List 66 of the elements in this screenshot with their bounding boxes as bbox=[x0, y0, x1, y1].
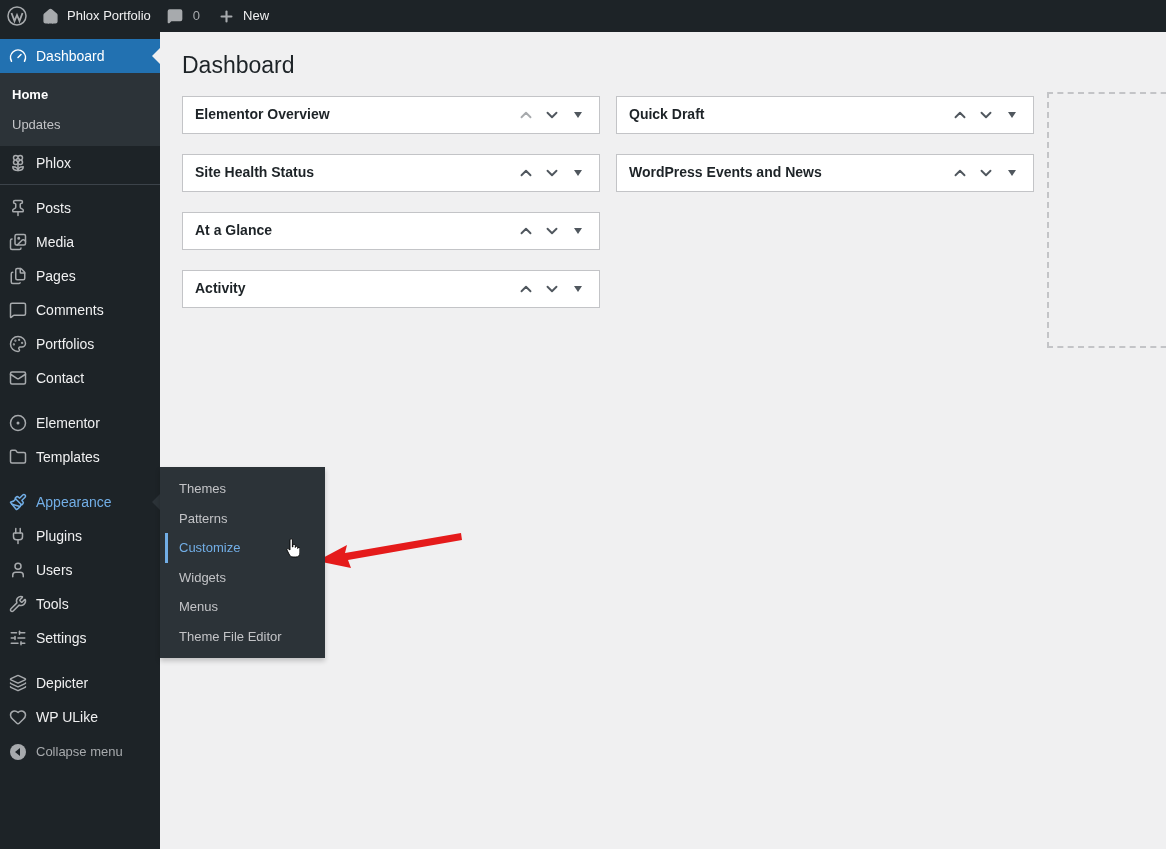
sidebar-item[interactable]: Pages bbox=[0, 259, 160, 293]
flower-icon bbox=[9, 154, 27, 172]
sidebar-item[interactable]: Elementor bbox=[0, 406, 160, 440]
speech-bubble-icon bbox=[166, 8, 183, 24]
flyout-item[interactable]: Customize bbox=[160, 533, 249, 563]
submenu-item[interactable]: Updates bbox=[0, 109, 160, 139]
flyout-item[interactable]: Widgets bbox=[160, 562, 234, 592]
triangle-down-icon bbox=[574, 111, 582, 118]
submenu-item[interactable]: Home bbox=[0, 80, 160, 110]
envelope-icon bbox=[9, 369, 27, 387]
sidebar-item[interactable]: Comments bbox=[0, 293, 160, 327]
active-indicator bbox=[165, 533, 168, 563]
collapse-menu-button[interactable]: Collapse menu bbox=[0, 735, 160, 769]
sidebar-item[interactable]: Users bbox=[0, 553, 160, 587]
widget-title: WordPress Events and News bbox=[629, 163, 823, 182]
site-name-link[interactable]: Phlox Portfolio bbox=[42, 6, 151, 26]
widget-title: Activity bbox=[195, 279, 247, 298]
sidebar-item[interactable]: Tools bbox=[0, 587, 160, 621]
pages-icon bbox=[9, 267, 27, 285]
folder-icon bbox=[9, 448, 27, 466]
plus-icon bbox=[218, 7, 236, 25]
widget-title: Quick Draft bbox=[629, 105, 706, 124]
page-title: Dashboard bbox=[182, 51, 296, 80]
widget-title: Site Health Status bbox=[195, 163, 316, 182]
wrench-icon bbox=[9, 595, 27, 613]
hand-cursor-icon bbox=[286, 538, 300, 558]
triangle-down-icon bbox=[574, 227, 582, 234]
comments-link[interactable]: 0 bbox=[166, 6, 201, 26]
new-link[interactable]: New bbox=[218, 6, 270, 26]
heart-icon bbox=[9, 708, 27, 726]
triangle-down-icon bbox=[574, 285, 582, 292]
sidebar-item[interactable]: Dashboard bbox=[0, 39, 160, 73]
sidebar-item[interactable]: Depicter bbox=[0, 666, 160, 700]
current-pointer bbox=[152, 48, 160, 64]
speech-bubble-icon bbox=[9, 301, 27, 319]
brush-icon bbox=[9, 493, 27, 511]
widget-title: Elementor Overview bbox=[195, 105, 331, 124]
flyout-item[interactable]: Menus bbox=[160, 592, 227, 622]
sidebar-item[interactable]: Plugins bbox=[0, 519, 160, 553]
sliders-icon bbox=[9, 629, 27, 647]
left-circle-icon bbox=[9, 743, 27, 761]
sidebar-item[interactable]: Portfolios bbox=[0, 327, 160, 361]
wordpress-logo-icon[interactable] bbox=[7, 6, 27, 26]
person-icon bbox=[9, 561, 27, 579]
widget-title: At a Glance bbox=[195, 221, 274, 240]
palette-icon bbox=[9, 335, 27, 353]
home-icon bbox=[42, 7, 59, 25]
circle-icon bbox=[9, 414, 27, 432]
sidebar-item[interactable]: Templates bbox=[0, 440, 160, 474]
triangle-down-icon bbox=[574, 169, 582, 176]
flyout-item[interactable]: Themes bbox=[160, 474, 234, 504]
sidebar-item[interactable]: Appearance bbox=[0, 485, 160, 519]
flyout-item[interactable]: Patterns bbox=[160, 503, 236, 533]
pin-icon bbox=[9, 199, 27, 217]
sidebar-item[interactable]: Phlox bbox=[0, 146, 160, 180]
sidebar-item[interactable]: WP ULike bbox=[0, 700, 160, 734]
triangle-down-icon bbox=[1008, 111, 1016, 118]
sidebar-item[interactable]: Settings bbox=[0, 621, 160, 655]
layers-icon bbox=[9, 674, 27, 692]
sidebar-item[interactable]: Contact bbox=[0, 361, 160, 395]
triangle-down-icon bbox=[1008, 169, 1016, 176]
sidebar-item[interactable]: Posts bbox=[0, 191, 160, 225]
gauge-icon bbox=[9, 47, 27, 65]
flyout-item[interactable]: Theme File Editor bbox=[160, 621, 290, 651]
images-icon bbox=[9, 233, 27, 251]
sidebar-item[interactable]: Media bbox=[0, 225, 160, 259]
